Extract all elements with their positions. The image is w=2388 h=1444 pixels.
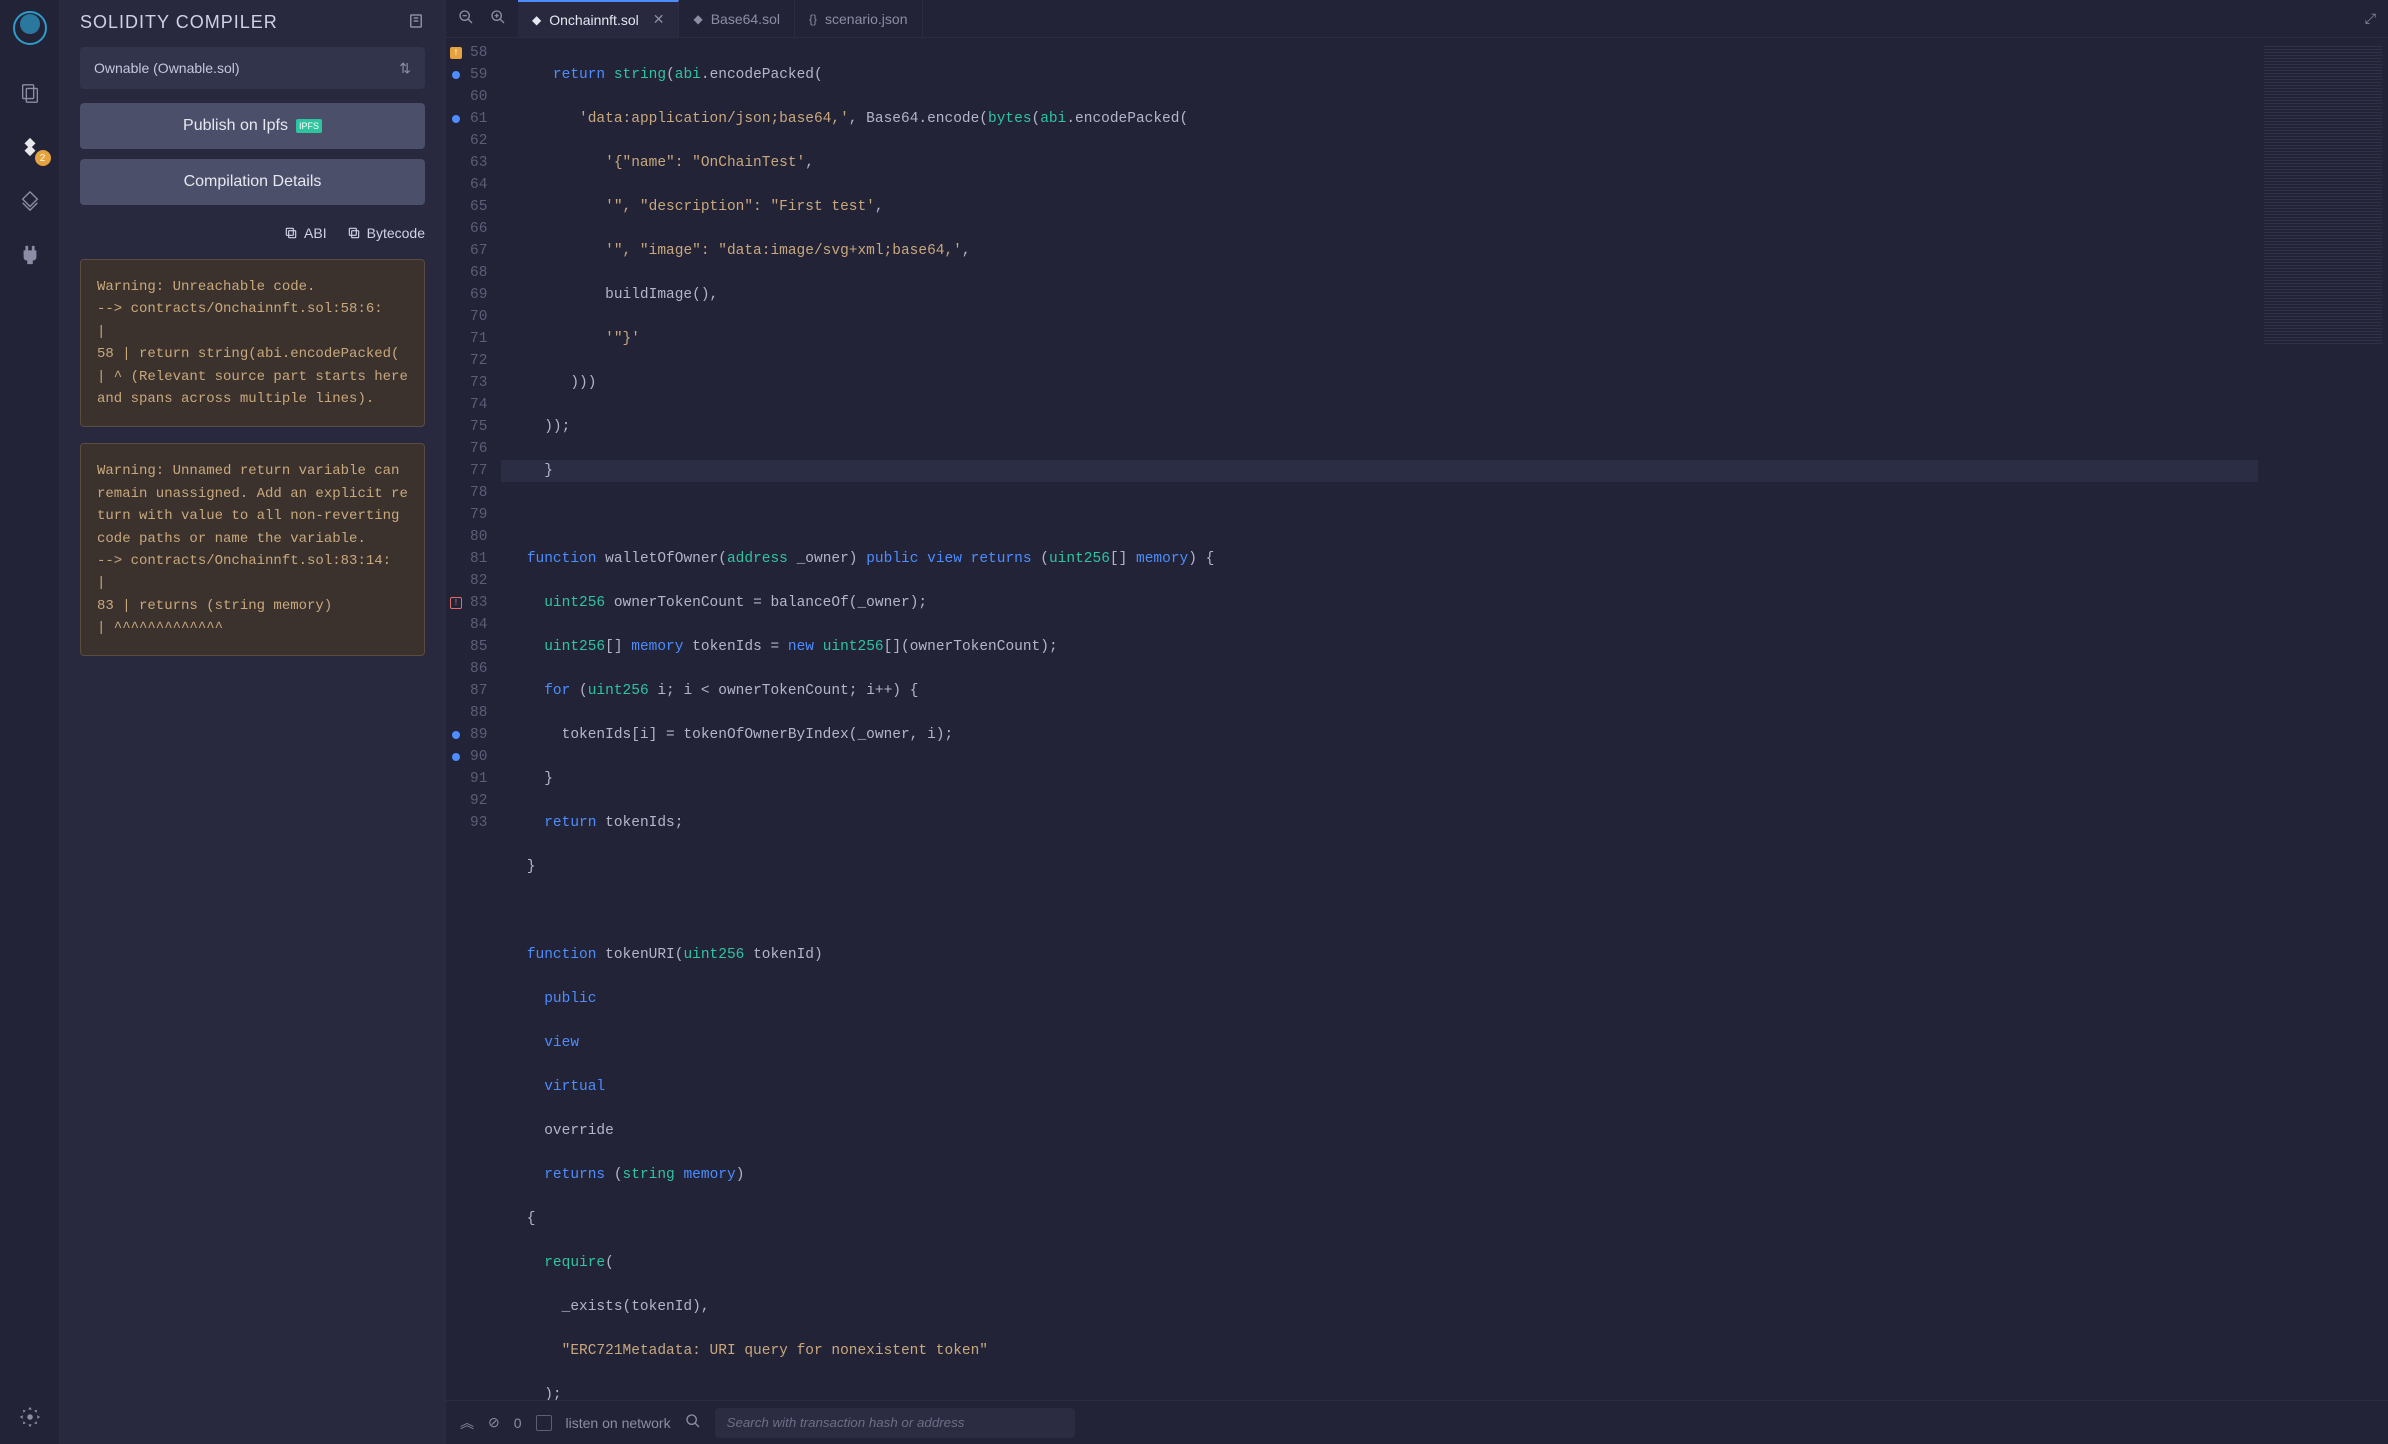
code-editor[interactable]: !58 59 60 61 62 63 64 65 66 67 68 69 70 …: [446, 38, 2258, 1400]
close-tab-icon[interactable]: ✕: [653, 11, 665, 28]
pending-count: 0: [514, 1415, 522, 1431]
settings-icon[interactable]: [15, 1402, 45, 1432]
code-content[interactable]: return string(abi.encodePacked( 'data:ap…: [501, 38, 2258, 1400]
listen-checkbox[interactable]: [536, 1415, 552, 1431]
compiler-icon[interactable]: 2: [15, 132, 45, 162]
copy-bytecode-button[interactable]: Bytecode: [347, 225, 425, 241]
copy-abi-button[interactable]: ABI: [284, 225, 327, 241]
tx-search-input[interactable]: [727, 1415, 1063, 1430]
editor-main: ◆ Onchainnft.sol ✕ ◆ Base64.sol {} scena…: [446, 0, 2388, 1444]
chevron-updown-icon: ⇅: [399, 60, 411, 77]
tab-onchainnft[interactable]: ◆ Onchainnft.sol ✕: [518, 0, 679, 37]
zoom-out-icon[interactable]: [458, 9, 474, 28]
clear-icon[interactable]: ⊘: [488, 1414, 500, 1431]
contract-select-label: Ownable (Ownable.sol): [94, 60, 240, 76]
json-file-icon: {}: [809, 12, 817, 26]
compilation-details-button[interactable]: Compilation Details: [80, 159, 425, 205]
terminal-bar: ︽ ⊘ 0 listen on network: [446, 1400, 2388, 1444]
solidity-file-icon: ◆: [693, 12, 702, 26]
listen-label[interactable]: listen on network: [566, 1415, 671, 1431]
solidity-file-icon: ◆: [532, 13, 541, 27]
ipfs-badge-icon: IPFS: [296, 119, 322, 133]
fold-marker-icon[interactable]: [452, 71, 460, 79]
deploy-icon[interactable]: [15, 186, 45, 216]
remix-logo-icon[interactable]: [12, 10, 48, 46]
zoom-in-icon[interactable]: [490, 9, 506, 28]
warning-message-1: Warning: Unreachable code. --> contracts…: [80, 259, 425, 427]
tx-search-wrap: [715, 1408, 1075, 1438]
editor-tab-bar: ◆ Onchainnft.sol ✕ ◆ Base64.sol {} scena…: [446, 0, 2388, 38]
expand-icon[interactable]: ⤢: [2365, 0, 2388, 37]
compiler-panel: SOLIDITY COMPILER Ownable (Ownable.sol) …: [60, 0, 446, 1444]
search-icon[interactable]: [685, 1413, 701, 1432]
publish-ipfs-button[interactable]: Publish on Ipfs IPFS: [80, 103, 425, 149]
chevron-up-icon[interactable]: ︽: [460, 1413, 474, 1433]
tab-scenario[interactable]: {} scenario.json: [795, 0, 923, 37]
error-marker-icon[interactable]: !: [450, 597, 462, 609]
contract-select[interactable]: Ownable (Ownable.sol) ⇅: [80, 47, 425, 89]
compiler-badge: 2: [35, 150, 51, 166]
plugin-icon[interactable]: [15, 240, 45, 270]
tab-base64[interactable]: ◆ Base64.sol: [679, 0, 795, 37]
fold-marker-icon[interactable]: [452, 115, 460, 123]
icon-sidebar: 2: [0, 0, 60, 1444]
panel-title: SOLIDITY COMPILER: [80, 12, 278, 33]
minimap[interactable]: [2258, 38, 2388, 1400]
fold-marker-icon[interactable]: [452, 731, 460, 739]
line-gutter: !58 59 60 61 62 63 64 65 66 67 68 69 70 …: [446, 38, 501, 1400]
fold-marker-icon[interactable]: [452, 753, 460, 761]
warning-message-2: Warning: Unnamed return variable can rem…: [80, 443, 425, 656]
file-explorer-icon[interactable]: [15, 78, 45, 108]
warning-marker-icon[interactable]: !: [450, 47, 462, 59]
docs-icon[interactable]: [407, 12, 425, 33]
